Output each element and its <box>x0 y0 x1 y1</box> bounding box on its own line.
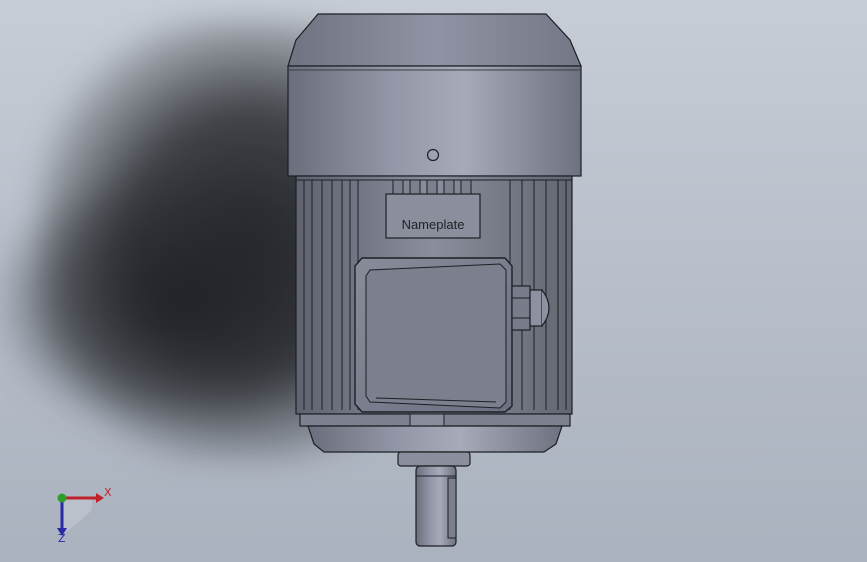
nameplate-label: Nameplate <box>402 217 465 232</box>
cable-gland[interactable] <box>511 285 550 331</box>
z-axis-label: Z <box>58 532 66 545</box>
end-shield[interactable] <box>299 413 571 453</box>
view-triad[interactable]: X Z <box>57 486 112 545</box>
motor-shaft[interactable] <box>397 451 471 547</box>
motor-model[interactable]: Nameplate X Z <box>0 0 867 562</box>
graphics-viewport[interactable]: Nameplate X Z <box>0 0 867 562</box>
x-axis-label: X <box>104 486 112 499</box>
y-axis-dot-icon <box>57 493 67 503</box>
shaft-key <box>447 477 457 539</box>
fan-cover[interactable] <box>287 13 582 177</box>
nameplate[interactable]: Nameplate <box>385 193 481 239</box>
